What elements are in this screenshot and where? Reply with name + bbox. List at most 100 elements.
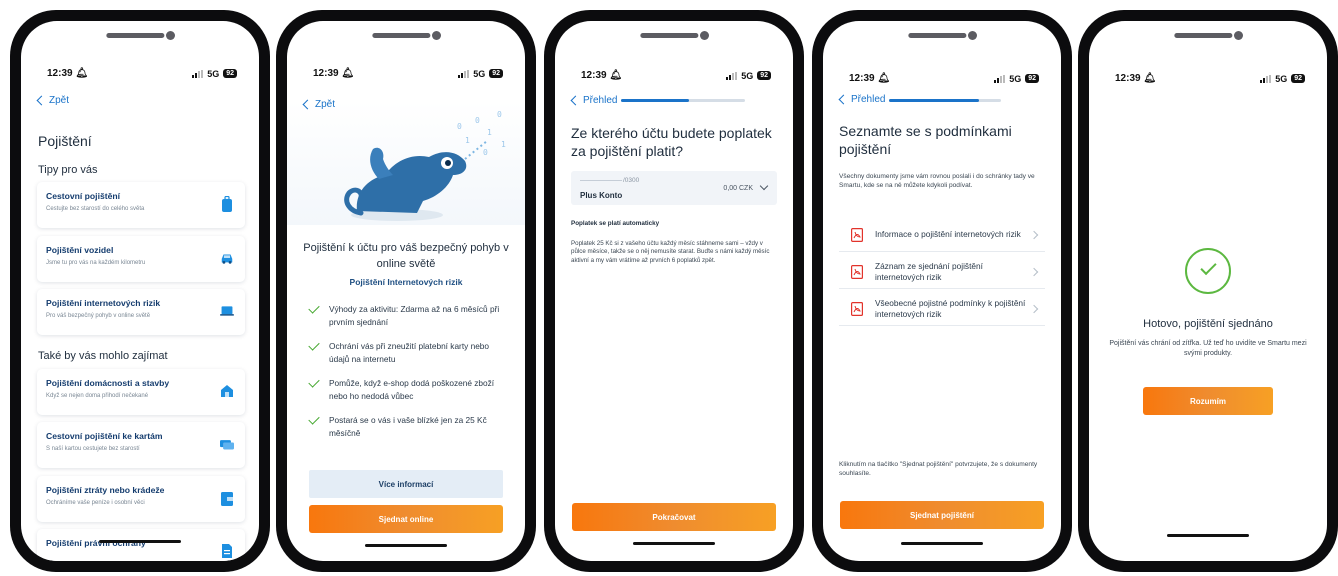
- hero-illustration: 0110010: [287, 101, 525, 225]
- front-camera: [166, 31, 175, 40]
- more-info-button[interactable]: Více informací: [309, 470, 503, 498]
- card-legal-protection-insurance[interactable]: Pojištění právní ochrany: [37, 529, 245, 561]
- pdf-icon: [851, 301, 863, 316]
- card-travel-insurance[interactable]: Cestovní pojištění Cestujte bez starostí…: [37, 182, 245, 228]
- speaker-grill: [1174, 33, 1233, 38]
- chevron-left-icon: [570, 95, 581, 106]
- back-button[interactable]: Zpět: [301, 99, 335, 110]
- battery-icon: 92: [223, 69, 237, 78]
- confirmation-screen: 12:39 🔔︎ 5G 92 Hotovo, pojištění sjednáno…: [1089, 21, 1327, 561]
- benefit-item: Ochrání vás při zneužití platební karty …: [308, 339, 511, 366]
- screenshot-stage: 12:39 🔔︎ 5G 92 Zpět Pojištění Tipy pro vá…: [0, 0, 1338, 576]
- card-title: Pojištění vozidel: [46, 245, 114, 255]
- car-icon: [221, 254, 233, 264]
- bell-icon: 🔔︎: [609, 70, 623, 81]
- back-label: Přehled: [583, 95, 618, 106]
- network-label: 5G: [473, 68, 486, 79]
- progress-fill: [889, 99, 979, 102]
- svg-text:0: 0: [475, 116, 480, 125]
- front-camera: [968, 31, 977, 40]
- phone-frame-1: 12:39 🔔︎ 5G 92 Zpět Pojištění Tipy pro vá…: [10, 10, 270, 572]
- section-heading-tips: Tipy pro vás: [38, 164, 98, 176]
- document-link[interactable]: Všeobecné pojistné podmínky k pojištění …: [839, 292, 1045, 326]
- speaker-grill: [908, 33, 967, 38]
- insurance-list-screen: 12:39 🔔︎ 5G 92 Zpět Pojištění Tipy pro vá…: [21, 21, 259, 561]
- chevron-right-icon: [1029, 304, 1039, 313]
- success-title: Hotovo, pojištění sjednáno: [1143, 318, 1273, 330]
- phone-frame-3: 12:39 🔔︎ 5G 92 Přehled Ze kterého účtu bu…: [544, 10, 804, 572]
- front-camera: [432, 31, 441, 40]
- confirm-insurance-button[interactable]: Sjednat pojištění: [840, 501, 1044, 529]
- front-camera: [1234, 31, 1243, 40]
- chameleon-illustration: 0110010: [344, 110, 506, 221]
- progress-bar: [889, 99, 1001, 102]
- benefit-item: Výhody za aktivitu: Zdarma až na 6 měsíc…: [308, 302, 511, 329]
- signal-icon: [994, 74, 1006, 83]
- continue-button[interactable]: Pokračovat: [572, 503, 776, 531]
- page-title: Seznamte se s podmínkami pojištění: [839, 123, 1012, 157]
- bell-icon: 🔔︎: [341, 68, 355, 79]
- signal-icon: [458, 69, 470, 78]
- svg-text:0: 0: [497, 110, 502, 119]
- account-name: Plus Konto: [580, 191, 623, 200]
- card-household-insurance[interactable]: Pojištění domácnosti a stavby Když se ne…: [37, 369, 245, 415]
- card-internet-risk-insurance[interactable]: Pojištění internetových rizik Pro váš be…: [37, 289, 245, 335]
- card-subtitle: S naší kartou cestujete bez starostí: [46, 446, 140, 452]
- progress-bar: [621, 99, 745, 102]
- network-label: 5G: [741, 70, 754, 81]
- back-button[interactable]: Přehled: [569, 95, 617, 106]
- document-link[interactable]: Záznam ze sjednání pojištění internetový…: [839, 255, 1045, 289]
- document-link[interactable]: Informace o pojištění internetových rizi…: [839, 218, 1045, 252]
- benefit-item: Postará se o vás i vaše blízké jen za 25…: [308, 413, 511, 440]
- card-title: Pojištění internetových rizik: [46, 298, 161, 308]
- home-indicator: [901, 542, 983, 545]
- bell-icon: 🔔︎: [1143, 73, 1157, 84]
- order-online-button[interactable]: Sjednat online: [309, 505, 503, 533]
- success-text: Pojištění vás chrání od zítřka. Už teď h…: [1109, 340, 1307, 357]
- check-icon: [308, 302, 320, 314]
- home-indicator: [633, 542, 715, 545]
- page-title: Pojištění: [38, 133, 92, 149]
- svg-text:0: 0: [483, 148, 488, 157]
- card-subtitle: Jsme tu pro vás na každém kilometru: [46, 260, 146, 266]
- progress-fill: [621, 99, 690, 102]
- back-button[interactable]: Přehled: [837, 94, 885, 105]
- product-detail-screen: 12:39 🔔︎ 5G 92 0110010 Zpět Pojištění k …: [287, 21, 525, 561]
- battery-icon: 92: [757, 71, 771, 80]
- consent-text: Kliknutím na tlačítko "Sjednat pojištění…: [839, 461, 1038, 478]
- status-time: 12:39: [1115, 73, 1141, 84]
- benefit-text: Pomůže, když e-shop dodá poškozené zboží…: [329, 378, 495, 401]
- auto-payment-text: Poplatek 25 Kč si z vašeho účtu každý mě…: [571, 240, 770, 264]
- chevron-left-icon: [36, 95, 47, 106]
- wallet-icon: [221, 492, 233, 506]
- phone-frame-2: 12:39 🔔︎ 5G 92 0110010 Zpět Pojištění k …: [276, 10, 536, 572]
- card-loss-theft-insurance[interactable]: Pojištění ztráty nebo krádeže Ochráníme …: [37, 476, 245, 522]
- svg-text:1: 1: [501, 140, 506, 149]
- svg-text:1: 1: [487, 128, 492, 137]
- account-balance: 0,00 CZK: [723, 185, 753, 192]
- terms-screen: 12:39 🔔︎ 5G 92 Přehled Seznamte se s podm…: [823, 21, 1061, 561]
- home-indicator: [99, 540, 181, 543]
- pdf-icon: [851, 264, 863, 279]
- benefit-text: Postará se o vás i vaše blízké jen za 25…: [329, 415, 487, 438]
- status-bar: 12:39 🔔︎ 5G 92: [1115, 73, 1305, 84]
- status-bar: 12:39 🔔︎ 5G 92: [47, 68, 237, 79]
- understood-button[interactable]: Rozumím: [1143, 387, 1273, 415]
- card-card-travel-insurance[interactable]: Cestovní pojištění ke kartám S naší kart…: [37, 422, 245, 468]
- signal-icon: [1260, 74, 1272, 83]
- chevron-left-icon: [302, 99, 313, 110]
- status-time: 12:39: [47, 68, 73, 79]
- chevron-right-icon: [1029, 230, 1039, 239]
- account-number: /0300: [580, 177, 639, 184]
- svg-text:0: 0: [457, 122, 462, 131]
- back-button[interactable]: Zpět: [35, 95, 69, 106]
- battery-icon: 92: [1025, 74, 1039, 83]
- speaker-grill: [106, 33, 165, 38]
- speaker-grill: [372, 33, 431, 38]
- home-indicator: [365, 544, 447, 547]
- card-vehicle-insurance[interactable]: Pojištění vozidel Jsme tu pro vás na kaž…: [37, 236, 245, 282]
- section-heading-interests: Také by vás mohlo zajímat: [38, 350, 168, 362]
- account-number-suffix: /0300: [623, 177, 640, 184]
- svg-text:1: 1: [465, 136, 470, 145]
- account-selector[interactable]: /0300 Plus Konto 0,00 CZK: [571, 171, 777, 205]
